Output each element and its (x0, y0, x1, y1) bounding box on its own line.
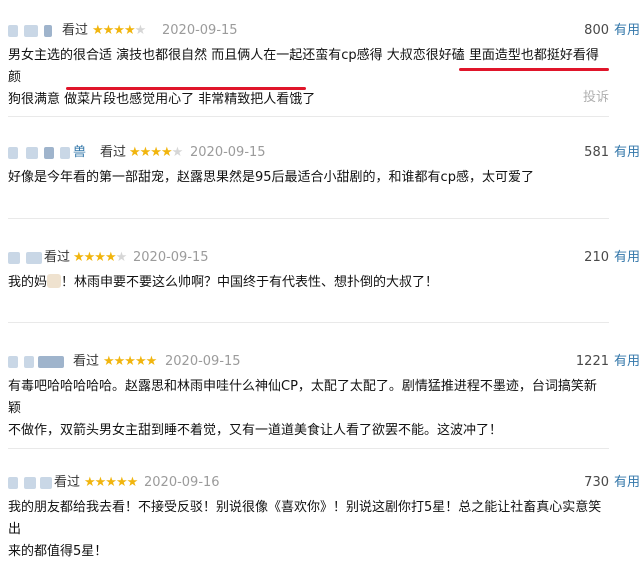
highlight-underline (66, 87, 306, 90)
divider (8, 448, 609, 449)
watch-status: 看过 (73, 354, 100, 369)
highlight-underline (459, 68, 609, 71)
username-blurred[interactable] (44, 25, 52, 37)
review-text-line: 有毒吧哈哈哈哈哈。赵露思和林雨申哇什么神仙CP，太配了太配了。剧情猛推进程不墨迹… (8, 379, 597, 416)
review-date: 2020-09-15 (190, 145, 266, 160)
rating-stars: ★★★★★ (92, 23, 146, 38)
avatar (8, 25, 18, 37)
watch-status: 看过 (100, 145, 127, 160)
emoji-icon (47, 274, 62, 288)
review-text-line: 好像是今年看的第一部甜宠，赵露思果然是95后最适合小甜剧的，和谁都有cp感，太可… (8, 170, 534, 185)
username-blurred[interactable] (60, 147, 70, 159)
useful-button[interactable]: 有用 (614, 22, 640, 40)
avatar (8, 356, 18, 368)
review-meta: 看过 ★★★★★ 2020-09-16 730 有用 (0, 474, 640, 494)
avatar (8, 147, 18, 159)
useful-count: 1221 (575, 354, 609, 369)
username-blurred[interactable] (24, 477, 36, 489)
useful-count: 581 (584, 145, 609, 160)
useful-button[interactable]: 有用 (614, 249, 640, 267)
rating-stars: ★★★★★ (73, 250, 127, 265)
review-text-line: 来的都值得5星！ (8, 544, 108, 559)
username-blurred[interactable] (24, 25, 38, 37)
username-blurred[interactable] (26, 252, 42, 264)
review-date: 2020-09-15 (133, 250, 209, 265)
watch-status: 看过 (44, 250, 71, 265)
review-text: 好像是今年看的第一部甜宠，赵露思果然是95后最适合小甜剧的，和谁都有cp感，太可… (8, 167, 608, 189)
username-blurred[interactable] (44, 147, 54, 159)
rating-stars: ★★★★★ (129, 145, 183, 160)
review-text: 我的妈 ！林雨申要不要这么帅啊？中国终于有代表性、想扑倒的大叔了！ (8, 272, 608, 294)
review-text: 有毒吧哈哈哈哈哈。赵露思和林雨申哇什么神仙CP，太配了太配了。剧情猛推进程不墨迹… (8, 376, 608, 442)
review-text-line: 不做作，双箭头男女主甜到睡不着觉，又有一道道美食让人看了欲罢不能。这波冲了！ (8, 423, 503, 438)
review-text-part: ！林雨申要不要这么帅啊？中国终于有代表性、想扑倒的大叔了！ (61, 275, 439, 290)
divider (8, 116, 609, 117)
review-date: 2020-09-15 (165, 354, 241, 369)
watch-status: 看过 (54, 475, 81, 490)
username-blurred[interactable] (40, 477, 52, 489)
review-text-part: 我的妈 (8, 275, 48, 290)
username-blurred[interactable] (24, 356, 34, 368)
review-meta: 兽 看过 ★★★★★ 2020-09-15 581 有用 (0, 144, 640, 164)
report-link[interactable]: 投诉 (583, 86, 609, 105)
review-text: 男女主选的很合适 演技也都很自然 而且俩人在一起还蛮有cp感得 大叔恋很好磕 里… (8, 45, 608, 111)
review-text-line: 男女主选的很合适 演技也都很自然 而且俩人在一起还蛮有cp感得 大叔恋很好磕 里… (8, 48, 599, 85)
review-meta: 看过 ★★★★★ 2020-09-15 1221 有用 (0, 353, 640, 373)
username-blurred[interactable] (38, 356, 64, 368)
review-text-line: 狗很满意 做菜片段也感觉用心了 非常精致把人看饿了 (8, 92, 316, 107)
review-meta: 看过 ★★★★★ 2020-09-15 210 有用 (0, 249, 640, 269)
useful-button[interactable]: 有用 (614, 474, 640, 492)
username-blurred[interactable] (26, 147, 38, 159)
review-text-line: 我的妈 ！林雨申要不要这么帅啊？中国终于有代表性、想扑倒的大叔了！ (8, 272, 608, 294)
useful-count: 210 (584, 250, 609, 265)
review-meta: 看过 ★★★★★ 2020-09-15 800 有用 (0, 22, 640, 42)
useful-count: 800 (584, 23, 609, 38)
review-text-line: 我的朋友都给我去看！不接受反驳！别说很像《喜欢你》！别说这剧你打5星！总之能让社… (8, 500, 602, 537)
useful-count: 730 (584, 475, 609, 490)
username-suffix[interactable]: 兽 (73, 144, 86, 162)
divider (8, 218, 609, 219)
watch-status: 看过 (62, 23, 89, 38)
useful-button[interactable]: 有用 (614, 144, 640, 162)
review-text: 我的朋友都给我去看！不接受反驳！别说很像《喜欢你》！别说这剧你打5星！总之能让社… (8, 497, 608, 563)
review-date: 2020-09-15 (162, 23, 238, 38)
rating-stars: ★★★★★ (84, 475, 138, 490)
useful-button[interactable]: 有用 (614, 353, 640, 371)
rating-stars: ★★★★★ (103, 354, 157, 369)
divider (8, 322, 609, 323)
avatar (8, 477, 18, 489)
review-date: 2020-09-16 (144, 475, 220, 490)
avatar (8, 252, 20, 264)
